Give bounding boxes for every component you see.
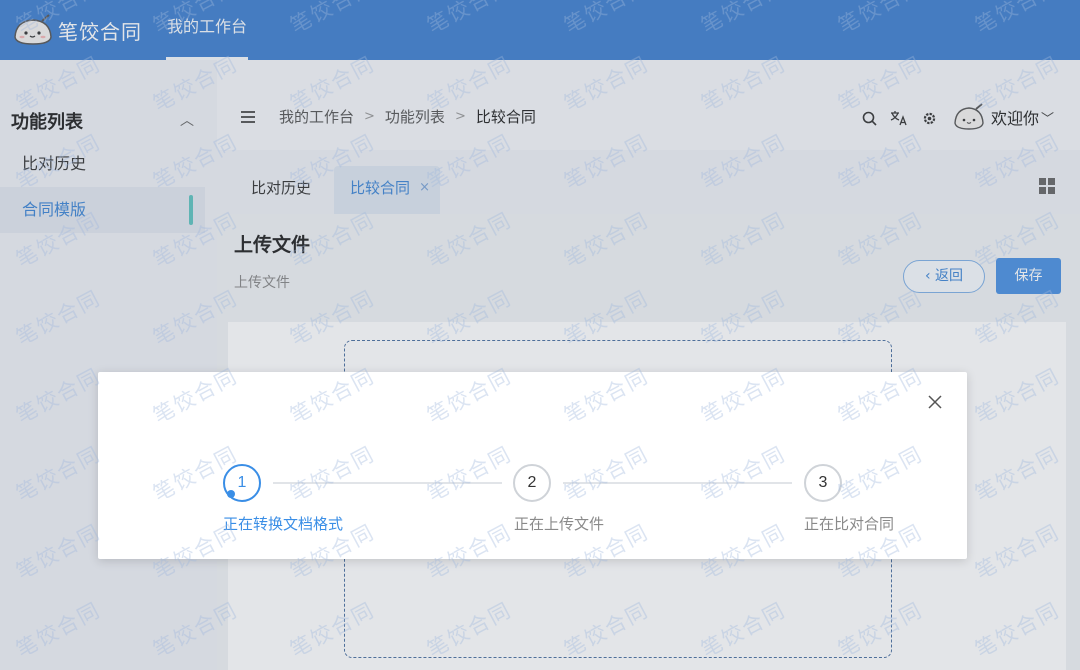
step-connector [273, 482, 502, 484]
modal-overlay[interactable] [0, 0, 1080, 670]
close-icon[interactable] [927, 394, 943, 410]
step-connector [563, 482, 792, 484]
step-2-circle: 2 [513, 464, 551, 502]
progress-dialog: 1 2 3 正在转换文档格式 正在上传文件 正在比对合同 [98, 372, 967, 559]
step-3-circle: 3 [804, 464, 842, 502]
step-2-label: 正在上传文件 [514, 515, 605, 533]
step-1-label: 正在转换文档格式 [223, 515, 344, 533]
step-number: 1 [237, 474, 247, 491]
step-number: 3 [818, 474, 828, 491]
step-number: 2 [527, 474, 537, 491]
step-progress-dot [227, 490, 235, 498]
step-1-circle: 1 [223, 464, 261, 502]
step-3-label: 正在比对合同 [804, 515, 895, 533]
